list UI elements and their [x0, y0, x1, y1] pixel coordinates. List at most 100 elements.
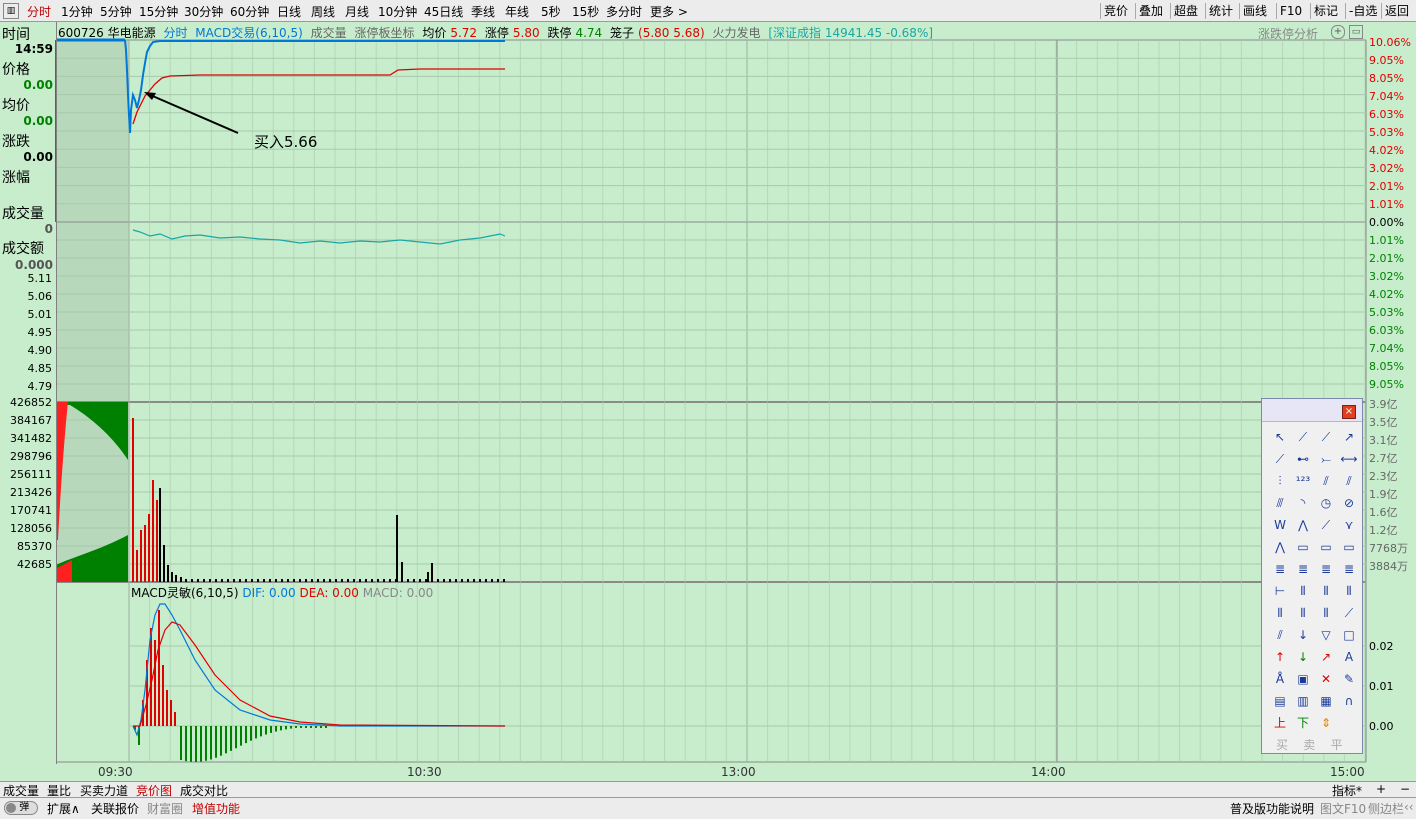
- draw-tool-icon[interactable]: ⫽: [1339, 471, 1359, 491]
- draw-tool-icon[interactable]: ▣: [1293, 669, 1313, 689]
- draw-tool-icon[interactable]: A: [1339, 647, 1359, 667]
- draw-tool-icon[interactable]: ⇕: [1316, 713, 1336, 733]
- draw-tool-icon[interactable]: ⫴: [1293, 603, 1313, 623]
- draw-tool-icon[interactable]: ↗: [1316, 647, 1336, 667]
- status-right-0[interactable]: 普及版功能说明: [1230, 800, 1314, 817]
- draw-tool-icon[interactable]: ↗: [1339, 427, 1359, 447]
- draw-tool-icon[interactable]: ⫴: [1316, 581, 1336, 601]
- draw-tool-icon[interactable]: Å: [1270, 669, 1290, 689]
- toolbox-sell[interactable]: 卖: [1303, 738, 1315, 752]
- index-label[interactable]: [深证成指 14941.45 -0.68%]: [768, 26, 933, 40]
- status-right-1[interactable]: 图文F10: [1320, 800, 1366, 817]
- mode-label[interactable]: 分时: [163, 26, 187, 40]
- draw-tool-icon[interactable]: ⋎: [1339, 515, 1359, 535]
- tab-2[interactable]: 5分钟: [100, 3, 132, 20]
- draw-tool-icon[interactable]: ↖: [1270, 427, 1290, 447]
- draw-tool-icon[interactable]: ⊢: [1270, 581, 1290, 601]
- status-item-0[interactable]: 扩展∧: [47, 800, 80, 817]
- draw-tool-icon[interactable]: ⟷: [1339, 449, 1359, 469]
- draw-tool-icon[interactable]: ◷: [1316, 493, 1336, 513]
- tab-14[interactable]: 15秒: [572, 3, 599, 20]
- tab-12[interactable]: 年线: [505, 3, 529, 20]
- draw-tool-icon[interactable]: ⟋: [1316, 515, 1336, 535]
- draw-tool-icon[interactable]: 上: [1270, 713, 1290, 733]
- limit-analysis-link[interactable]: 涨跌停分析: [1258, 25, 1318, 42]
- toolbox-buy[interactable]: 买: [1276, 738, 1288, 752]
- draw-tool-icon[interactable]: ▥: [1293, 691, 1313, 711]
- draw-tool-icon[interactable]: ≣: [1270, 559, 1290, 579]
- sector-label[interactable]: 火力发电: [712, 26, 760, 40]
- tab-15[interactable]: 多分时: [606, 3, 642, 20]
- tab-8[interactable]: 月线: [345, 3, 369, 20]
- toolbar-button-2[interactable]: 超盘: [1174, 2, 1198, 20]
- draw-tool-icon[interactable]: ⫴: [1339, 581, 1359, 601]
- window-icon[interactable]: ▭: [1349, 25, 1363, 39]
- status-item-3[interactable]: 增值功能: [192, 800, 240, 817]
- toolbox-header[interactable]: ×: [1262, 399, 1362, 422]
- tab-7[interactable]: 周线: [311, 3, 335, 20]
- draw-tool-icon[interactable]: ⊘: [1339, 493, 1359, 513]
- draw-tool-icon[interactable]: ↓: [1293, 625, 1313, 645]
- draw-tool-icon[interactable]: ▭: [1339, 537, 1359, 557]
- chart-canvas[interactable]: [0, 0, 1416, 818]
- tab-0[interactable]: 分时: [27, 3, 51, 20]
- draw-tool-icon[interactable]: ▤: [1270, 691, 1290, 711]
- indicator-control-2[interactable]: −: [1400, 782, 1410, 796]
- draw-tool-icon[interactable]: □: [1339, 625, 1359, 645]
- draw-tool-icon[interactable]: ✎: [1339, 669, 1359, 689]
- close-icon[interactable]: ×: [1342, 405, 1356, 419]
- tab-16[interactable]: 更多 >: [650, 3, 688, 20]
- toolbar-button-7[interactable]: -自选: [1349, 2, 1377, 20]
- draw-tool-icon[interactable]: ⟋: [1316, 427, 1336, 447]
- draw-tool-icon[interactable]: ⤚: [1316, 449, 1336, 469]
- volume-label[interactable]: 成交量: [311, 26, 347, 40]
- limit-coord-label[interactable]: 涨停板坐标: [354, 26, 414, 40]
- draw-tool-icon[interactable]: ◝: [1293, 493, 1313, 513]
- draw-tool-icon[interactable]: ▦: [1316, 691, 1336, 711]
- tab-6[interactable]: 日线: [277, 3, 301, 20]
- tab-13[interactable]: 5秒: [541, 3, 561, 20]
- toolbar-button-3[interactable]: 统计: [1209, 2, 1233, 20]
- draw-tool-icon[interactable]: ⋀: [1293, 515, 1313, 535]
- tab-4[interactable]: 30分钟: [184, 3, 223, 20]
- status-item-2[interactable]: 财富圈: [147, 800, 183, 817]
- draw-tool-icon[interactable]: ≣: [1293, 559, 1313, 579]
- draw-tool-icon[interactable]: ∩: [1339, 691, 1359, 711]
- draw-tool-icon[interactable]: ¹²³: [1293, 471, 1313, 491]
- draw-tool-icon[interactable]: ⫽: [1270, 625, 1290, 645]
- draw-tool-icon[interactable]: ≣: [1316, 559, 1336, 579]
- status-right-3[interactable]: ‹‹: [1404, 800, 1414, 814]
- draw-tool-icon[interactable]: ▭: [1293, 537, 1313, 557]
- toolbox-flat[interactable]: 平: [1331, 738, 1343, 752]
- draw-tool-icon[interactable]: ⫽: [1316, 471, 1336, 491]
- draw-tool-icon[interactable]: W: [1270, 515, 1290, 535]
- draw-tool-icon[interactable]: ▭: [1316, 537, 1336, 557]
- toolbar-button-4[interactable]: 画线: [1243, 2, 1267, 20]
- tab-1[interactable]: 1分钟: [61, 3, 93, 20]
- tab-5[interactable]: 60分钟: [230, 3, 269, 20]
- toolbar-button-8[interactable]: 返回: [1385, 2, 1409, 20]
- toggle-switch[interactable]: 弹: [4, 801, 38, 815]
- plus-icon[interactable]: +: [1331, 25, 1345, 39]
- draw-tool-icon[interactable]: ⫴: [1270, 603, 1290, 623]
- toolbar-button-5[interactable]: F10: [1280, 2, 1302, 20]
- status-item-1[interactable]: 关联报价: [91, 800, 139, 817]
- toolbar-button-1[interactable]: 叠加: [1139, 2, 1163, 20]
- toolbar-button-6[interactable]: 标记: [1314, 2, 1338, 20]
- draw-tool-icon[interactable]: ⫴: [1293, 581, 1313, 601]
- draw-tool-icon[interactable]: ⟋: [1270, 449, 1290, 469]
- draw-tool-icon[interactable]: ▽: [1316, 625, 1336, 645]
- tab-9[interactable]: 10分钟: [378, 3, 417, 20]
- menu-icon[interactable]: ▥: [3, 3, 19, 19]
- draw-tool-icon[interactable]: ⋀: [1270, 537, 1290, 557]
- draw-tool-icon[interactable]: ✕: [1316, 669, 1336, 689]
- draw-tool-icon[interactable]: ⫻: [1270, 493, 1290, 513]
- draw-tool-icon[interactable]: ⟋: [1293, 427, 1313, 447]
- tab-3[interactable]: 15分钟: [139, 3, 178, 20]
- stock-name[interactable]: 600726 华电能源: [58, 26, 156, 40]
- status-right-2[interactable]: 侧边栏: [1368, 800, 1404, 817]
- toolbar-button-0[interactable]: 竞价: [1104, 2, 1128, 20]
- draw-tool-icon[interactable]: ≣: [1339, 559, 1359, 579]
- draw-tool-icon[interactable]: ⟋: [1339, 603, 1359, 623]
- tab-10[interactable]: 45日线: [424, 3, 463, 20]
